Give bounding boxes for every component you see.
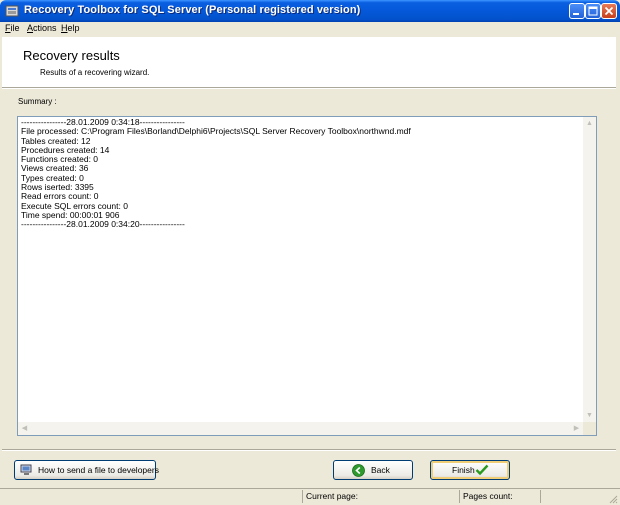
computer-icon [20, 464, 32, 475]
title-bar[interactable]: Recovery Toolbox for SQL Server (Persona… [0, 0, 620, 22]
scroll-down-icon[interactable]: ▼ [583, 409, 596, 422]
horizontal-scrollbar[interactable]: ◀ ▶ [18, 422, 583, 435]
status-panel-empty [540, 490, 606, 503]
summary-label: Summary : [18, 97, 57, 106]
close-icon [604, 6, 614, 16]
app-icon [5, 5, 19, 17]
current-page-panel: Current page: [302, 490, 382, 503]
menu-bar: File Actions Help [0, 22, 620, 36]
finish-label: Finish [452, 465, 475, 475]
close-button[interactable] [601, 3, 617, 19]
menu-actions[interactable]: Actions [27, 23, 57, 33]
minimize-icon [573, 13, 579, 15]
back-arrow-icon [352, 464, 365, 477]
page-subtitle: Results of a recovering wizard. [40, 68, 150, 77]
window-title: Recovery Toolbox for SQL Server (Persona… [24, 4, 361, 16]
summary-line: ----------------28.01.2009 0:34:20------… [21, 219, 185, 230]
scroll-corner [583, 422, 596, 435]
status-bar: Current page: Pages count: [0, 488, 620, 505]
menu-file[interactable]: File [5, 23, 20, 33]
current-page-label: Current page: [306, 491, 358, 501]
scroll-left-icon[interactable]: ◀ [18, 422, 31, 435]
checkmark-icon [475, 464, 489, 476]
finish-button[interactable]: Finish [430, 460, 510, 480]
minimize-button[interactable] [569, 3, 585, 19]
footer-divider-highlight [2, 450, 616, 451]
pages-count-label: Pages count: [463, 491, 513, 501]
send-file-button[interactable]: How to send a file to developers [14, 460, 159, 480]
back-label: Back [371, 465, 390, 475]
pages-count-panel: Pages count: [459, 490, 539, 503]
header-divider [2, 88, 616, 89]
send-file-label: How to send a file to developers [38, 465, 159, 475]
scroll-up-icon[interactable]: ▲ [583, 117, 596, 130]
resize-grip-icon[interactable] [608, 494, 618, 504]
maximize-icon [588, 6, 598, 16]
wizard-header: Recovery results Results of a recovering… [2, 37, 616, 88]
page-title: Recovery results [23, 48, 120, 63]
vertical-scrollbar[interactable]: ▲ ▼ [583, 117, 596, 422]
summary-text: ----------------28.01.2009 0:34:18------… [21, 117, 411, 230]
summary-textbox[interactable]: ----------------28.01.2009 0:34:18------… [17, 116, 597, 436]
menu-help[interactable]: Help [61, 23, 80, 33]
scroll-right-icon[interactable]: ▶ [570, 422, 583, 435]
maximize-button[interactable] [585, 3, 601, 19]
back-button[interactable]: Back [333, 460, 413, 480]
